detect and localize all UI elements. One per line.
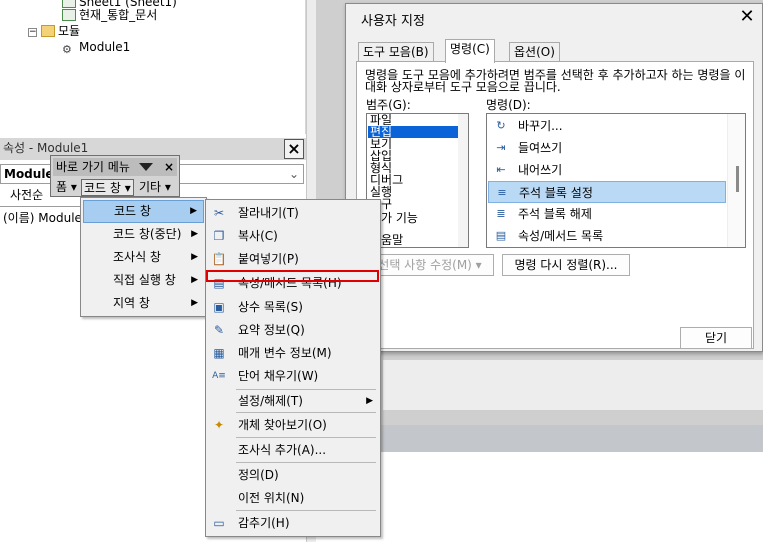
dialog-title: 사용자 지정: [361, 14, 425, 29]
folder-icon: [41, 25, 55, 37]
parameter-info-icon: ▦: [213, 346, 225, 360]
tree-item-workbook[interactable]: 현재_통합_문서: [62, 7, 157, 23]
code-window-submenu: 코드 창 ▶ 코드 창(중단) ▶ 조사식 창 ▶ 직접 실행 창 ▶ 지역 창 ▶: [80, 197, 207, 317]
code-area-editor: [316, 452, 763, 542]
command-item[interactable]: ⇥ 들여쓰기: [488, 137, 726, 159]
object-browser-icon: ✦: [213, 418, 225, 432]
menu-item-add-watch[interactable]: 조사식 추가(A)...: [208, 439, 378, 462]
hide-icon: ▭: [213, 516, 225, 530]
category-item[interactable]: 도움말: [368, 234, 458, 246]
submenu-arrow-icon: ▶: [191, 275, 198, 285]
menu-item-parameter-info[interactable]: ▦ 매개 변수 정보(M): [208, 342, 378, 365]
indent-icon: ⇥: [496, 141, 506, 154]
category-label: 범주(G):: [366, 98, 411, 112]
category-scrollbar[interactable]: [458, 114, 468, 247]
toolbar-close-button[interactable]: ×: [162, 158, 176, 176]
shortcut-menu-toolbar: 바로 가기 메뉴 × 폼 ▾ 코드 창 ▾ 기타 ▾: [50, 155, 180, 197]
constants-icon: ▣: [213, 300, 225, 314]
properties-close-button[interactable]: ×: [284, 139, 304, 159]
tab-toolbars[interactable]: 도구 모음(B): [358, 42, 434, 62]
toolbar-button-other[interactable]: 기타 ▾: [137, 179, 173, 196]
paste-icon: 📋: [211, 252, 227, 266]
command-listbox[interactable]: ↻ 바꾸기... ⇥ 들여쓰기 ⇤ 내어쓰기 ≡ 주석 블록 설정 ≣ 주석 블록 해제 …: [486, 113, 746, 248]
submenu-arrow-icon: ▶: [191, 229, 198, 239]
module-icon: ⚙: [62, 43, 72, 56]
submenu-arrow-icon: ▶: [190, 206, 197, 216]
replace-icon: ↻: [496, 119, 506, 132]
toolbar-button-form[interactable]: 폼 ▾: [54, 179, 79, 196]
submenu-arrow-icon: ▶: [191, 252, 198, 262]
menu-item-cut[interactable]: ✂ 잘라내기(T): [208, 202, 378, 225]
category-listbox[interactable]: 파일 편집 보기 삽입 형식 디버그 실행 도구 추가 기능 도움말: [366, 113, 469, 248]
scissors-icon: ✂: [213, 206, 225, 220]
menu-item-list-constants[interactable]: ▣ 상수 목록(S): [208, 296, 378, 319]
comment-block-icon: ≡: [497, 186, 507, 199]
customize-dialog: 사용자 지정 ✕ 도구 모음(B) 명령(C) 옵션(O) 명령을 도구 모음에…: [345, 3, 763, 352]
menu-item-code-window-break[interactable]: 코드 창(중단) ▶: [83, 223, 204, 246]
copy-icon: ❐: [213, 229, 225, 243]
menu-item-code-window[interactable]: 코드 창 ▶: [83, 200, 204, 223]
menu-item-toggle[interactable]: 설정/해제(T) ▶: [208, 390, 378, 413]
chevron-down-icon[interactable]: ⌄: [289, 165, 299, 183]
menu-item-locals-window[interactable]: 지역 창 ▶: [83, 292, 204, 315]
tree-item-modules-folder[interactable]: − 모듈: [28, 23, 80, 39]
property-row-name[interactable]: (이름) Module1: [3, 209, 90, 226]
code-window-commands-menu: ✂ 잘라내기(T) ❐ 복사(C) 📋 붙여넣기(P) ▤ 속성/메서드 목록(H) ▣…: [205, 199, 381, 537]
tree-item-module1[interactable]: ⚙ Module1: [62, 39, 130, 56]
toolbar-title-bar[interactable]: 바로 가기 메뉴 ×: [53, 158, 177, 176]
command-item[interactable]: ▤ 속성/메서드 목록: [488, 225, 726, 247]
command-scrollbar[interactable]: [727, 114, 745, 247]
command-item-selected[interactable]: ≡ 주석 블록 설정: [488, 181, 726, 203]
command-item[interactable]: ⇤ 내어쓰기: [488, 159, 726, 181]
menu-separator: [236, 412, 376, 413]
project-tree: Sheet1 (Sheet1) 현재_통합_문서 − 모듈 ⚙ Module1: [0, 0, 306, 134]
dialog-description: 명령을 도구 모음에 추가하려면 범주를 선택한 후 추가하고자 하는 명령을 …: [365, 68, 746, 94]
quick-info-icon: ✎: [213, 323, 225, 337]
menu-item-watch-window[interactable]: 조사식 창 ▶: [83, 246, 204, 269]
tab-options[interactable]: 옵션(O): [509, 42, 560, 62]
uncomment-block-icon: ≣: [496, 207, 506, 220]
menu-item-complete-word[interactable]: A≡ 단어 채우기(W): [208, 365, 378, 388]
scrollbar-thumb[interactable]: [736, 166, 739, 192]
tab-commands[interactable]: 명령(C): [445, 39, 495, 63]
command-item[interactable]: ↻ 바꾸기...: [488, 115, 726, 137]
code-area-panel: [383, 360, 763, 410]
category-item[interactable]: 추가 기능: [368, 212, 458, 224]
collapse-toggle-icon[interactable]: −: [28, 28, 37, 37]
menu-item-immediate-window[interactable]: 직접 실행 창 ▶: [83, 269, 204, 292]
menu-item-object-browser[interactable]: ✦ 개체 찾아보기(O): [208, 414, 378, 437]
menu-item-definition[interactable]: 정의(D): [208, 464, 378, 487]
menu-item-last-position[interactable]: 이전 위치(N): [208, 487, 378, 510]
dialog-close-button[interactable]: ✕: [736, 6, 758, 27]
submenu-arrow-icon: ▶: [366, 396, 373, 406]
close-button[interactable]: 닫기: [680, 327, 752, 349]
command-item[interactable]: ≣ 주석 블록 해제: [488, 203, 726, 225]
command-label: 명령(D):: [486, 98, 531, 112]
menu-separator: [236, 437, 376, 438]
category-item[interactable]: 도구: [368, 198, 458, 210]
tab-alphabetic[interactable]: 사전순: [6, 186, 47, 205]
submenu-arrow-icon: ▶: [191, 298, 198, 308]
modify-selection-button[interactable]: 선택 사항 수정(M) ▾: [366, 254, 494, 276]
menu-item-paste[interactable]: 📋 붙여넣기(P): [208, 248, 378, 271]
list-icon: ▤: [495, 229, 507, 242]
toolbar-button-code-window[interactable]: 코드 창 ▾: [81, 179, 134, 196]
menu-item-quick-info[interactable]: ✎ 요약 정보(Q): [208, 319, 378, 342]
dropdown-arrow-icon[interactable]: [139, 163, 153, 171]
menu-separator: [236, 462, 376, 463]
rearrange-commands-button[interactable]: 명령 다시 정렬(R)...: [502, 254, 630, 276]
highlight-box: [206, 270, 379, 282]
outdent-icon: ⇤: [496, 163, 506, 176]
menu-item-copy[interactable]: ❐ 복사(C): [208, 225, 378, 248]
complete-word-icon: A≡: [212, 371, 226, 381]
commands-panel: 명령을 도구 모음에 추가하려면 범주를 선택한 후 추가하고자 하는 명령을 …: [356, 61, 754, 349]
menu-separator: [236, 510, 376, 511]
workbook-icon: [62, 9, 76, 21]
code-area-titlebar: [316, 425, 763, 452]
menu-item-hide[interactable]: ▭ 감추기(H): [208, 512, 378, 535]
